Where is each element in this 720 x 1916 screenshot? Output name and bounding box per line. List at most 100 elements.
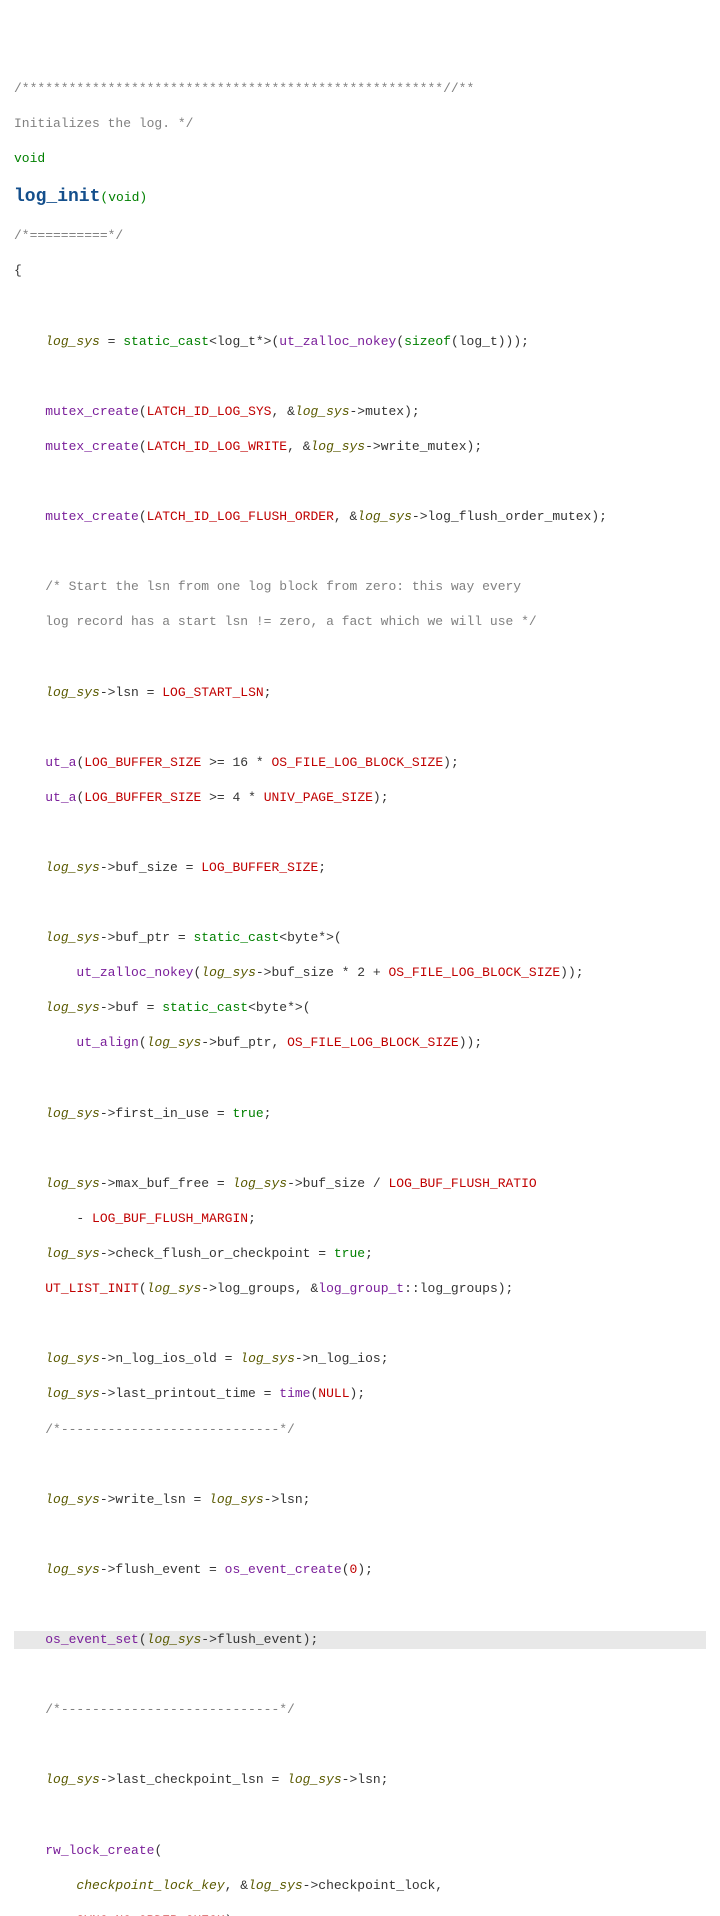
variable: log_sys bbox=[147, 1632, 202, 1647]
comment: /*----------------------------*/ bbox=[45, 1702, 295, 1717]
code-line: log_sys->check_flush_or_checkpoint = tru… bbox=[14, 1245, 706, 1263]
blank-line bbox=[14, 368, 706, 386]
code-line: log record has a start lsn != zero, a fa… bbox=[14, 613, 706, 631]
variable: log_sys bbox=[248, 1878, 303, 1893]
func-call: ut_zalloc_nokey bbox=[76, 965, 193, 980]
variable: log_sys bbox=[45, 1246, 100, 1261]
variable: log_sys bbox=[45, 1772, 100, 1787]
variable: log_sys bbox=[45, 1106, 100, 1121]
macro: NULL bbox=[318, 1386, 349, 1401]
code-line: log_sys->buf_size = LOG_BUFFER_SIZE; bbox=[14, 859, 706, 877]
variable: log_sys bbox=[45, 1562, 100, 1577]
code-line: /* Start the lsn from one log block from… bbox=[14, 578, 706, 596]
code-line: log_sys->first_in_use = true; bbox=[14, 1105, 706, 1123]
variable: log_sys bbox=[45, 930, 100, 945]
macro: UT_LIST_INIT bbox=[45, 1281, 139, 1296]
number: 0 bbox=[350, 1562, 358, 1577]
code-line: log_sys->write_lsn = log_sys->lsn; bbox=[14, 1491, 706, 1509]
keyword: static_cast bbox=[123, 334, 209, 349]
comment: log record has a start lsn != zero, a fa… bbox=[45, 614, 536, 629]
macro: LOG_START_LSN bbox=[162, 685, 263, 700]
code-line: log_sys->max_buf_free = log_sys->buf_siz… bbox=[14, 1175, 706, 1193]
variable: log_sys bbox=[147, 1035, 202, 1050]
code-line: /*----------------------------*/ bbox=[14, 1701, 706, 1719]
func-call: ut_zalloc_nokey bbox=[279, 334, 396, 349]
func-call: os_event_set bbox=[45, 1632, 139, 1647]
macro: LATCH_ID_LOG_FLUSH_ORDER bbox=[147, 509, 334, 524]
keyword: true bbox=[232, 1106, 263, 1121]
code-line: UT_LIST_INIT(log_sys->log_groups, &log_g… bbox=[14, 1280, 706, 1298]
variable: log_sys bbox=[201, 965, 256, 980]
variable: log_sys bbox=[45, 1492, 100, 1507]
code-line: /*----------------------------*/ bbox=[14, 1421, 706, 1439]
variable: checkpoint_lock_key bbox=[76, 1878, 224, 1893]
function-name: log_init bbox=[14, 187, 100, 207]
variable: log_sys bbox=[357, 509, 412, 524]
variable: log_sys bbox=[287, 1772, 342, 1787]
code-line: log_sys = static_cast<log_t*>(ut_zalloc_… bbox=[14, 333, 706, 351]
keyword: void bbox=[14, 151, 45, 166]
comment: /* Start the lsn from one log block from… bbox=[45, 579, 521, 594]
macro: LOG_BUFFER_SIZE bbox=[201, 860, 318, 875]
variable: log_sys bbox=[45, 1351, 100, 1366]
code-line: ut_align(log_sys->buf_ptr, OS_FILE_LOG_B… bbox=[14, 1034, 706, 1052]
highlighted-line: os_event_set(log_sys->flush_event); bbox=[14, 1631, 706, 1649]
code-line: log_sys->last_printout_time = time(NULL)… bbox=[14, 1385, 706, 1403]
macro: OS_FILE_LOG_BLOCK_SIZE bbox=[272, 755, 444, 770]
macro: OS_FILE_LOG_BLOCK_SIZE bbox=[287, 1035, 459, 1050]
variable: log_sys bbox=[240, 1351, 295, 1366]
code-line: ut_a(LOG_BUFFER_SIZE >= 16 * OS_FILE_LOG… bbox=[14, 754, 706, 772]
variable: log_sys bbox=[147, 1281, 202, 1296]
comment: /*----------------------------*/ bbox=[45, 1422, 295, 1437]
keyword: static_cast bbox=[162, 1000, 248, 1015]
comment: /***************************************… bbox=[14, 81, 474, 96]
brace: { bbox=[14, 262, 706, 280]
macro: LOG_BUFFER_SIZE bbox=[84, 755, 201, 770]
blank-line bbox=[14, 298, 706, 316]
params: (void) bbox=[100, 190, 147, 205]
code-line: /***************************************… bbox=[14, 80, 706, 98]
code-line: log_sys->lsn = LOG_START_LSN; bbox=[14, 684, 706, 702]
blank-line bbox=[14, 1456, 706, 1474]
blank-line bbox=[14, 1526, 706, 1544]
blank-line bbox=[14, 1736, 706, 1754]
func-decl-line: log_init(void) bbox=[14, 185, 706, 209]
variable: log_sys bbox=[45, 1000, 100, 1015]
blank-line bbox=[14, 1070, 706, 1088]
macro: LOG_BUF_FLUSH_MARGIN bbox=[92, 1211, 248, 1226]
code-line: rw_lock_create( bbox=[14, 1842, 706, 1860]
variable: log_sys bbox=[45, 1386, 100, 1401]
variable: log_sys bbox=[45, 860, 100, 875]
code-line: Initializes the log. */ bbox=[14, 115, 706, 133]
variable: log_sys bbox=[311, 439, 366, 454]
macro: OS_FILE_LOG_BLOCK_SIZE bbox=[389, 965, 561, 980]
comment: /*==========*/ bbox=[14, 228, 123, 243]
macro: SYNC_NO_ORDER_CHECK bbox=[76, 1913, 224, 1916]
code-line: checkpoint_lock_key, &log_sys->checkpoin… bbox=[14, 1877, 706, 1895]
code-line: void bbox=[14, 150, 706, 168]
keyword: sizeof bbox=[404, 334, 451, 349]
blank-line bbox=[14, 543, 706, 561]
func-call: rw_lock_create bbox=[45, 1843, 154, 1858]
code-line: mutex_create(LATCH_ID_LOG_WRITE, &log_sy… bbox=[14, 438, 706, 456]
code-line: ut_a(LOG_BUFFER_SIZE >= 4 * UNIV_PAGE_SI… bbox=[14, 789, 706, 807]
macro: LATCH_ID_LOG_SYS bbox=[147, 404, 272, 419]
blank-line bbox=[14, 1807, 706, 1825]
variable: log_sys bbox=[232, 1176, 287, 1191]
variable: log_sys bbox=[45, 685, 100, 700]
code-line: log_sys->n_log_ios_old = log_sys->n_log_… bbox=[14, 1350, 706, 1368]
func-call: ut_align bbox=[76, 1035, 138, 1050]
code-line: log_sys->flush_event = os_event_create(0… bbox=[14, 1561, 706, 1579]
func-call: mutex_create bbox=[45, 509, 139, 524]
func-call: mutex_create bbox=[45, 404, 139, 419]
func-call: ut_a bbox=[45, 755, 76, 770]
func-call: os_event_create bbox=[225, 1562, 342, 1577]
blank-line bbox=[14, 1666, 706, 1684]
code-line: log_sys->buf_ptr = static_cast<byte*>( bbox=[14, 929, 706, 947]
variable: log_sys bbox=[295, 404, 350, 419]
blank-line bbox=[14, 1596, 706, 1614]
macro: LOG_BUFFER_SIZE bbox=[84, 790, 201, 805]
variable: log_sys bbox=[45, 334, 100, 349]
macro: LATCH_ID_LOG_WRITE bbox=[147, 439, 287, 454]
blank-line bbox=[14, 824, 706, 842]
